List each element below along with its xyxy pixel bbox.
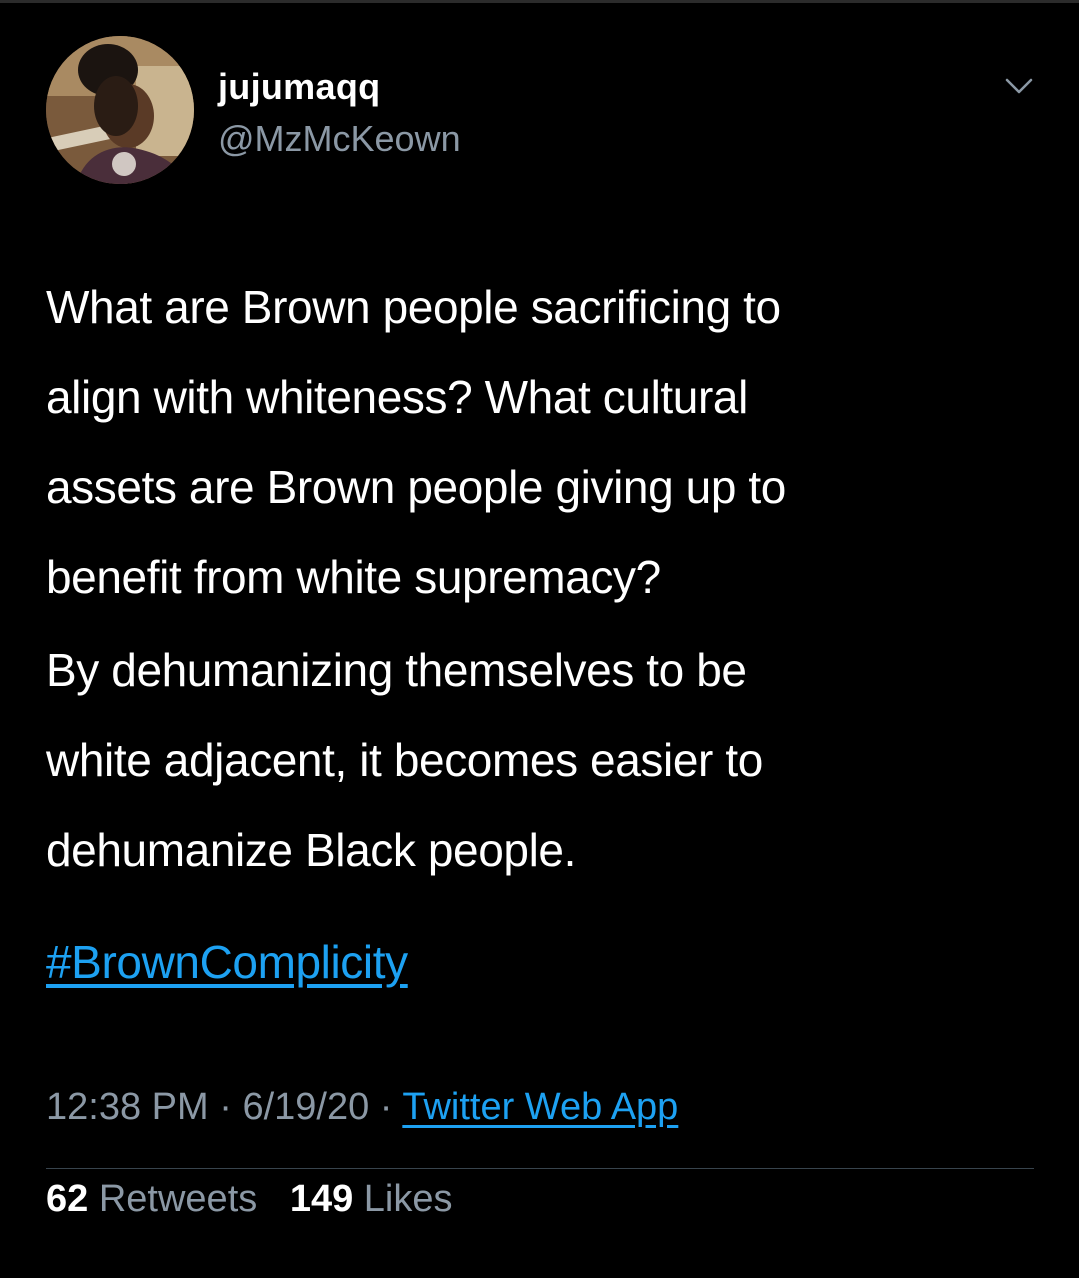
- meta-separator: ·: [379, 1086, 393, 1128]
- top-edge-line: [0, 0, 1079, 3]
- divider: [46, 1168, 1034, 1169]
- tweet-paragraph: By dehumanizing themselves to be white a…: [46, 644, 763, 876]
- likes-count: 149: [289, 1178, 354, 1220]
- chevron-down-icon[interactable]: [1004, 74, 1034, 98]
- profile-photo-icon: [46, 36, 194, 184]
- display-name[interactable]: jujumaqq: [218, 66, 380, 108]
- source-link[interactable]: Twitter Web App: [402, 1086, 678, 1128]
- tweet-header: jujumaqq @MzMcKeown: [46, 36, 1046, 186]
- engagement-stats: 62 Retweets 149 Likes: [46, 1178, 475, 1221]
- hashtag-link[interactable]: #BrownComplicity: [46, 935, 408, 989]
- likes-stat[interactable]: 149 Likes: [290, 1178, 453, 1220]
- likes-label: Likes: [363, 1178, 453, 1220]
- retweets-count: 62: [46, 1178, 89, 1220]
- retweets-stat[interactable]: 62 Retweets: [46, 1178, 257, 1220]
- tweet-date: 6/19/20: [242, 1086, 370, 1128]
- retweets-label: Retweets: [98, 1178, 258, 1220]
- tweet-paragraph: What are Brown people sacrificing to ali…: [46, 281, 786, 603]
- tweet-meta: 12:38 PM · 6/19/20 · Twitter Web App: [46, 1086, 678, 1129]
- meta-separator: ·: [219, 1086, 232, 1128]
- user-handle[interactable]: @MzMcKeown: [218, 118, 461, 160]
- tweet-time: 12:38 PM: [46, 1086, 209, 1128]
- avatar[interactable]: [46, 36, 194, 184]
- tweet-text: What are Brown people sacrificing to ali…: [46, 262, 1026, 895]
